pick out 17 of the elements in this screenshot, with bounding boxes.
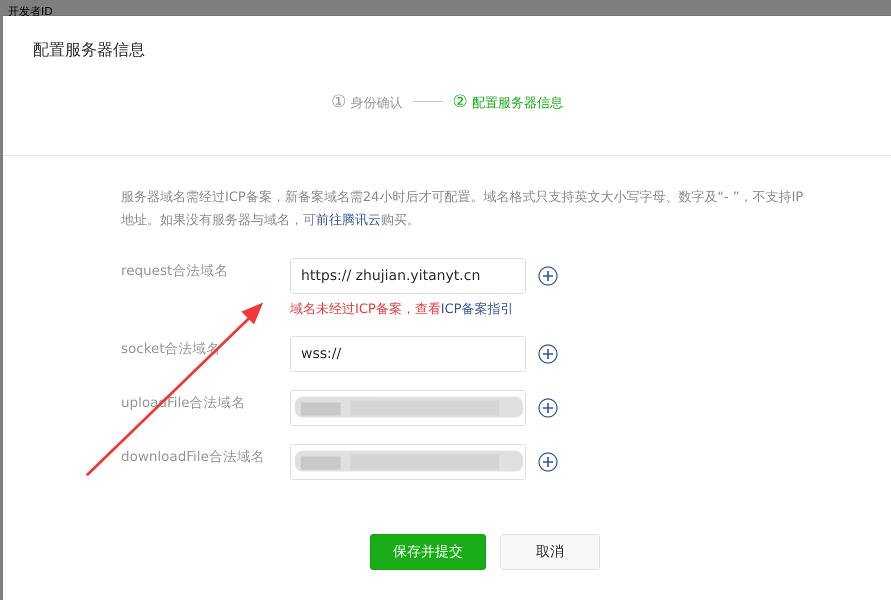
- backdrop-text: 开发者ID: [8, 4, 53, 20]
- tencent-cloud-link[interactable]: 前往腾讯云: [316, 213, 381, 228]
- cancel-button[interactable]: 取消: [500, 534, 600, 570]
- field-label: downloadFile合法域名: [121, 448, 266, 467]
- field-label: request合法域名: [121, 262, 230, 281]
- step-item: ① 身份确认: [331, 92, 402, 112]
- add-icon[interactable]: [538, 398, 558, 418]
- error-message: 域名未经过ICP备案，查看ICP备案指引: [290, 301, 515, 318]
- add-icon[interactable]: [538, 344, 558, 364]
- dialog-title: 配置服务器信息: [32, 39, 146, 61]
- step-item: ② 配置服务器信息: [452, 92, 563, 112]
- add-icon[interactable]: [538, 266, 558, 286]
- icp-guide-link[interactable]: ICP备案指引: [440, 302, 514, 317]
- notice-text: 服务器域名需经过ICP备案，新备案域名需24小时后才可配置。域名格式只支持英文大小写字母、数字及“- ”，不支持IP地址。如果没有服务器与域名，可前往腾讯云购买。: [121, 189, 804, 230]
- add-icon[interactable]: [538, 452, 558, 472]
- domain-input[interactable]: https:// zhujian.yitanyt.cn: [290, 258, 526, 294]
- domain-input[interactable]: wss://: [290, 336, 526, 372]
